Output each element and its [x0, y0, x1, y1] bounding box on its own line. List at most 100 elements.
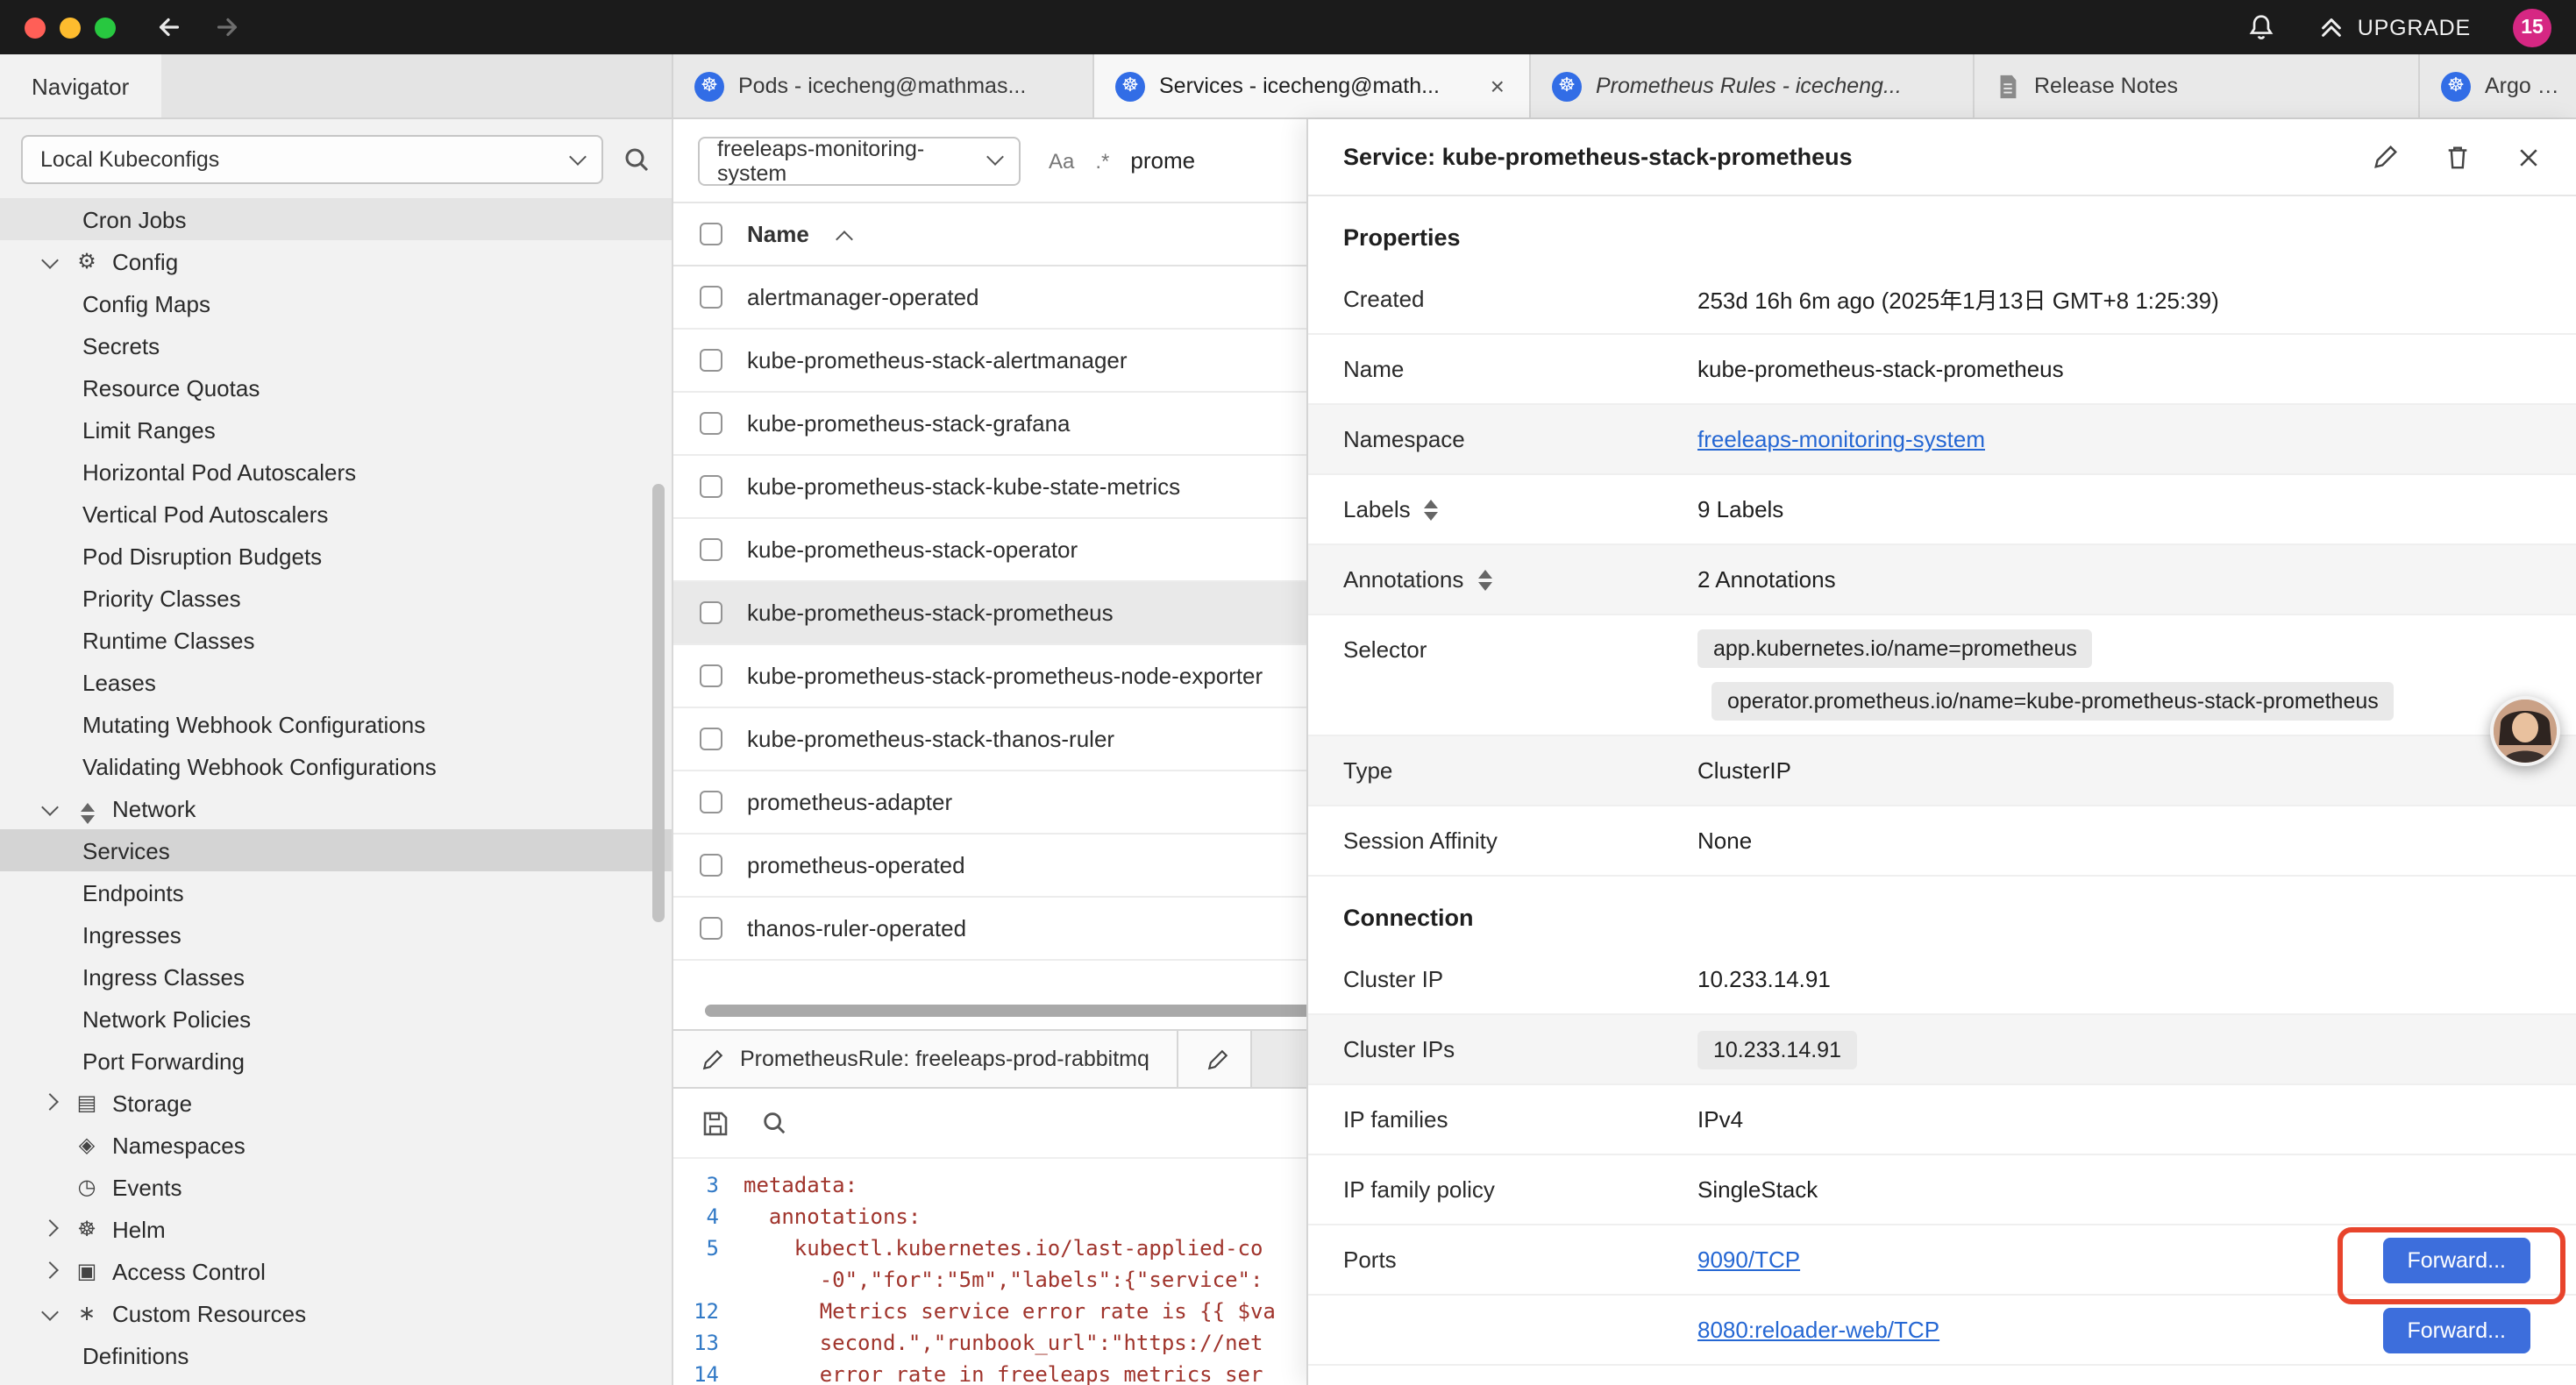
regex-toggle[interactable]: .*	[1095, 148, 1109, 173]
chevron-down-icon	[570, 150, 584, 164]
sidebar-group-helm[interactable]: ☸ Helm	[0, 1208, 672, 1250]
forward-arrow-icon[interactable]	[212, 12, 242, 42]
sidebar-group-access-control[interactable]: ▣ Access Control	[0, 1250, 672, 1292]
sidebar-item-namespaces[interactable]: ◈ Namespaces	[0, 1124, 672, 1166]
line-text: kubectl.kubernetes.io/last-applied-co	[744, 1236, 1263, 1261]
sidebar-item-label: Ingresses	[82, 921, 181, 948]
chevron-right-icon[interactable]	[42, 1264, 56, 1278]
property-label: IP family policy	[1343, 1176, 1697, 1203]
property-row-annotations[interactable]: Annotations 2 Annotations	[1308, 545, 2576, 615]
back-arrow-icon[interactable]	[154, 12, 184, 42]
search-icon[interactable]	[623, 146, 651, 174]
trash-icon[interactable]	[2444, 144, 2471, 170]
table-search: Aa .* prome	[1049, 147, 1195, 174]
forward-button[interactable]: Forward...	[2382, 1237, 2530, 1282]
sidebar-group-custom-resources[interactable]: ∗ Custom Resources	[0, 1292, 672, 1334]
sidebar-item-pod-disruption-budgets[interactable]: Pod Disruption Budgets	[0, 535, 672, 577]
sidebar-item-events[interactable]: ◷ Events	[0, 1166, 672, 1208]
search-query[interactable]: prome	[1130, 147, 1195, 174]
sidebar-group-storage[interactable]: ▤ Storage	[0, 1082, 672, 1124]
tab-prometheus-rules[interactable]: ☸ Prometheus Rules - icecheng...	[1531, 54, 1975, 117]
row-checkbox[interactable]	[700, 854, 722, 877]
tab-release-notes[interactable]: Release Notes	[1975, 54, 2420, 117]
property-row-name: Name kube-prometheus-stack-prometheus	[1308, 335, 2576, 405]
service-name: thanos-ruler-operated	[747, 915, 966, 941]
sidebar-item-priority-classes[interactable]: Priority Classes	[0, 577, 672, 619]
row-checkbox[interactable]	[700, 286, 722, 309]
avatar[interactable]	[2490, 696, 2560, 766]
name-column-header[interactable]: Name	[747, 221, 809, 247]
sidebar-item-mutating-webhook-configurations[interactable]: Mutating Webhook Configurations	[0, 703, 672, 745]
chevron-down-icon[interactable]	[42, 254, 56, 268]
namespace-link[interactable]: freeleaps-monitoring-system	[1697, 426, 1985, 452]
tab-services[interactable]: ☸ Services - icecheng@math... ×	[1094, 54, 1531, 117]
port-link[interactable]: 8080:reloader-web/TCP	[1697, 1317, 1939, 1343]
sidebar-item-label: Network	[112, 795, 196, 821]
chevron-right-icon[interactable]	[42, 1222, 56, 1236]
horizontal-scrollbar[interactable]	[705, 1005, 1319, 1017]
edit-icon[interactable]	[2373, 144, 2399, 170]
select-all-checkbox[interactable]	[700, 223, 722, 245]
property-label: Annotations	[1343, 566, 1697, 593]
sidebar-item-definitions[interactable]: Definitions	[0, 1334, 672, 1376]
sidebar-item-label: Vertical Pod Autoscalers	[82, 501, 328, 527]
row-checkbox[interactable]	[700, 917, 722, 940]
close-icon[interactable]	[2516, 145, 2541, 169]
row-checkbox[interactable]	[700, 349, 722, 372]
row-checkbox[interactable]	[700, 412, 722, 435]
sidebar-item-services[interactable]: Services	[0, 829, 672, 871]
dock-tab-prometheusrule[interactable]: PrometheusRule: freeleaps-prod-rabbitmq	[673, 1031, 1179, 1087]
minimize-window-button[interactable]	[60, 17, 81, 38]
sidebar-group-network[interactable]: Network	[0, 787, 672, 829]
tab-argo[interactable]: ☸ Argo S...	[2420, 54, 2576, 117]
port-link[interactable]: 9090/TCP	[1697, 1246, 1800, 1273]
upgrade-button[interactable]: UPGRADE	[2319, 14, 2471, 40]
notification-bell-icon[interactable]	[2247, 12, 2277, 42]
save-icon[interactable]	[701, 1109, 729, 1137]
notification-count-badge[interactable]: 15	[2513, 8, 2551, 46]
close-window-button[interactable]	[25, 17, 46, 38]
sidebar-item-limit-ranges[interactable]: Limit Ranges	[0, 408, 672, 451]
sidebar-item-cron-jobs[interactable]: Cron Jobs	[0, 198, 672, 240]
sidebar-item-ingress-classes[interactable]: Ingress Classes	[0, 955, 672, 998]
tab-pods[interactable]: ☸ Pods - icecheng@mathmas...	[673, 54, 1094, 117]
kubeconfig-selector[interactable]: Local Kubeconfigs	[21, 135, 603, 184]
sidebar-item-resource-quotas[interactable]: Resource Quotas	[0, 366, 672, 408]
drawer-title: Service: kube-prometheus-stack-prometheu…	[1343, 144, 2327, 170]
dock-tab-partial[interactable]	[1179, 1031, 1253, 1087]
sidebar-item-validating-webhook-configurations[interactable]: Validating Webhook Configurations	[0, 745, 672, 787]
editor-search-icon[interactable]	[761, 1110, 787, 1136]
property-row-labels[interactable]: Labels 9 Labels	[1308, 475, 2576, 545]
sidebar-group-config[interactable]: ⚙ Config	[0, 240, 672, 282]
sidebar-item-endpoints[interactable]: Endpoints	[0, 871, 672, 913]
row-checkbox[interactable]	[700, 791, 722, 813]
row-checkbox[interactable]	[700, 664, 722, 687]
zoom-window-button[interactable]	[95, 17, 116, 38]
sidebar-item-secrets[interactable]: Secrets	[0, 324, 672, 366]
sidebar-item-leases[interactable]: Leases	[0, 661, 672, 703]
expand-toggle-icon[interactable]	[1477, 569, 1491, 590]
expand-toggle-icon[interactable]	[1425, 499, 1439, 520]
sidebar-item-vertical-pod-autoscalers[interactable]: Vertical Pod Autoscalers	[0, 493, 672, 535]
sidebar-item-port-forwarding[interactable]: Port Forwarding	[0, 1040, 672, 1082]
chevron-down-icon[interactable]	[42, 1306, 56, 1320]
chevron-right-icon[interactable]	[42, 1096, 56, 1110]
close-tab-icon[interactable]: ×	[1487, 72, 1508, 100]
row-checkbox[interactable]	[700, 601, 722, 624]
sidebar-item-network-policies[interactable]: Network Policies	[0, 998, 672, 1040]
row-checkbox[interactable]	[700, 538, 722, 561]
sidebar-item-ingresses[interactable]: Ingresses	[0, 913, 672, 955]
navigator-scrollbar[interactable]	[652, 484, 665, 922]
property-label-text: Labels	[1343, 496, 1411, 522]
namespaces-icon: ◈	[72, 1133, 102, 1157]
forward-button[interactable]: Forward...	[2382, 1307, 2530, 1353]
row-checkbox[interactable]	[700, 475, 722, 498]
namespace-filter-dropdown[interactable]: freeleaps-monitoring-system	[698, 136, 1021, 185]
sidebar-item-config-maps[interactable]: Config Maps	[0, 282, 672, 324]
sidebar-item-horizontal-pod-autoscalers[interactable]: Horizontal Pod Autoscalers	[0, 451, 672, 493]
sidebar-item-label: Custom Resources	[112, 1300, 306, 1326]
chevron-down-icon[interactable]	[42, 801, 56, 815]
row-checkbox[interactable]	[700, 728, 722, 750]
sidebar-item-runtime-classes[interactable]: Runtime Classes	[0, 619, 672, 661]
match-case-toggle[interactable]: Aa	[1049, 148, 1074, 173]
